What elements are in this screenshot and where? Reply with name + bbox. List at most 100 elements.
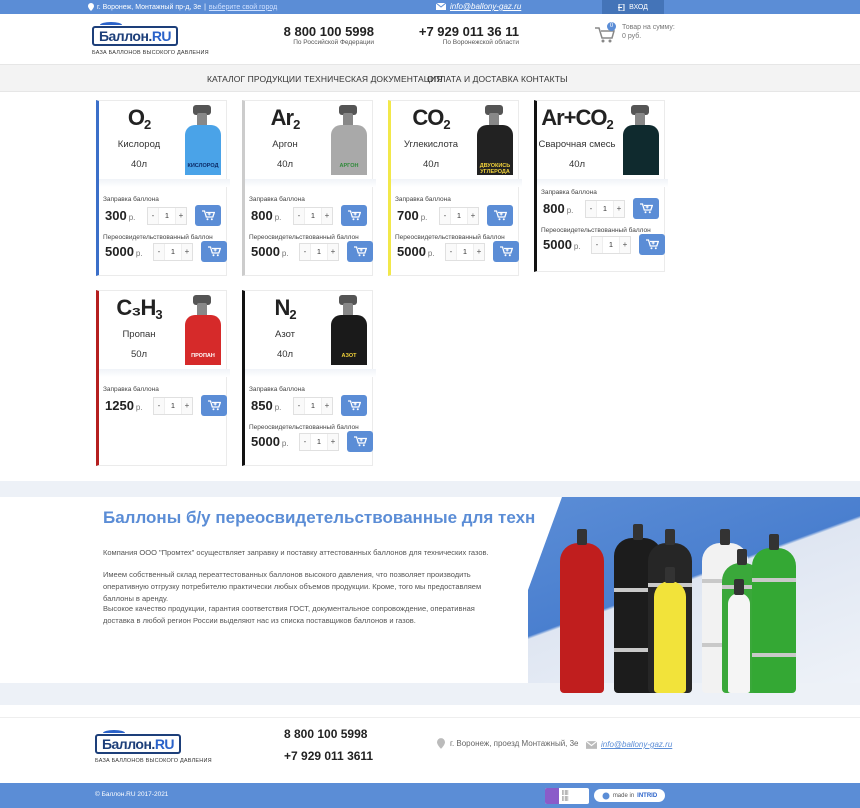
qty-plus-button[interactable]: + xyxy=(614,201,624,217)
add-to-cart-button[interactable] xyxy=(633,198,659,219)
add-to-cart-button[interactable] xyxy=(639,234,665,255)
visit-counter-widget[interactable]: ||||| ||||| xyxy=(545,788,589,804)
qty-plus-button[interactable]: + xyxy=(176,208,186,224)
gas-formula: N2 xyxy=(274,295,296,322)
refill-qty-stepper[interactable]: -1 + xyxy=(293,207,333,225)
site-logo[interactable]: Баллон.RU БАЗА БАЛЛОНОВ ВЫСОКОГО ДАВЛЕНИ… xyxy=(92,22,209,62)
made-in-intrid-link[interactable]: made in INTRID xyxy=(594,789,665,802)
recert-qty-stepper[interactable]: -1 + xyxy=(445,243,485,261)
choose-city-link[interactable]: выберите свой город xyxy=(209,4,277,11)
refill-qty-stepper[interactable]: -1 + xyxy=(153,397,193,415)
qty-minus-button[interactable]: - xyxy=(294,398,304,414)
cart-widget[interactable]: 0 Товар на сумму: 0 руб. xyxy=(594,22,675,52)
product-card: N2 Азот 40л АЗОТ Заправка баллона 850 р. -1 + Пер… xyxy=(242,290,376,466)
footer-phone-1[interactable]: 8 800 100 5998 xyxy=(284,727,367,741)
refill-label: Заправка баллона xyxy=(541,189,597,196)
qty-plus-button[interactable]: + xyxy=(328,434,338,450)
qty-plus-button[interactable]: + xyxy=(182,244,192,260)
qty-input[interactable]: 1 xyxy=(164,398,182,414)
refill-qty-stepper[interactable]: -1 + xyxy=(293,397,333,415)
gas-formula: Ar+CO2 xyxy=(541,105,614,132)
refill-label: Заправка баллона xyxy=(395,196,451,203)
qty-plus-button[interactable]: + xyxy=(328,244,338,260)
qty-minus-button[interactable]: - xyxy=(294,208,304,224)
copyright: © Баллон.RU 2017-2021 xyxy=(95,791,169,798)
cylinder-stand xyxy=(245,179,376,187)
qty-input[interactable]: 1 xyxy=(450,208,468,224)
cylinder-image: АЗОТ xyxy=(323,293,367,365)
add-to-cart-button[interactable] xyxy=(487,205,513,226)
promo-paragraph-3: Высокое качество продукции, гарантия соо… xyxy=(103,604,475,625)
footer-email-link[interactable]: info@ballony-gaz.ru xyxy=(586,740,672,749)
nav-tech-docs[interactable]: ТЕХНИЧЕСКАЯ ДОКУМЕНТАЦИЯ xyxy=(304,74,443,84)
footer-phone-2[interactable]: +7 929 011 3611 xyxy=(284,749,373,763)
qty-input[interactable]: 1 xyxy=(602,237,620,253)
qty-plus-button[interactable]: + xyxy=(182,398,192,414)
nav-contacts[interactable]: КОНТАКТЫ xyxy=(521,74,568,84)
logo-mark: Баллон.RU xyxy=(92,26,178,46)
qty-input[interactable]: 1 xyxy=(310,244,328,260)
cylinder-stand xyxy=(537,179,668,187)
add-to-cart-button[interactable] xyxy=(195,205,221,226)
qty-input[interactable]: 1 xyxy=(310,434,328,450)
refill-qty-stepper[interactable]: -1 + xyxy=(439,207,479,225)
phone-federal[interactable]: 8 800 100 5998 По Российской Федерации xyxy=(262,24,374,46)
recert-label: Переосвидетельствованный баллон xyxy=(103,234,213,241)
qty-plus-button[interactable]: + xyxy=(468,208,478,224)
nav-payment-delivery[interactable]: ОПЛАТА И ДОСТАВКА xyxy=(427,74,519,84)
qty-input[interactable]: 1 xyxy=(304,398,322,414)
promo-cylinders-image xyxy=(552,523,812,693)
qty-minus-button[interactable]: - xyxy=(148,208,158,224)
add-to-cart-button[interactable] xyxy=(347,241,373,262)
footer-logo[interactable]: Баллон.RU БАЗА БАЛЛОНОВ ВЫСОКОГО ДАВЛЕНИ… xyxy=(95,730,212,770)
qty-input[interactable]: 1 xyxy=(158,208,176,224)
login-button[interactable]: ВХОД xyxy=(602,0,664,14)
phone-regional[interactable]: +7 929 011 36 11 По Воронежской области xyxy=(404,24,519,46)
qty-input[interactable]: 1 xyxy=(164,244,182,260)
qty-plus-button[interactable]: + xyxy=(620,237,630,253)
refill-label: Заправка баллона xyxy=(103,386,159,393)
cylinder-image xyxy=(615,103,659,175)
qty-input[interactable]: 1 xyxy=(304,208,322,224)
recert-qty-stepper[interactable]: -1 + xyxy=(153,243,193,261)
header-email-link[interactable]: info@ballony-gaz.ru xyxy=(436,2,521,11)
refill-qty-stepper[interactable]: -1 + xyxy=(147,207,187,225)
header-address: г. Воронеж, Монтажный пр-д, 3е xyxy=(97,3,202,11)
product-card: O2 Кислород 40л КИСЛОРОД Заправка баллона 300… xyxy=(96,100,230,276)
qty-plus-button[interactable]: + xyxy=(322,398,332,414)
refill-qty-stepper[interactable]: -1 + xyxy=(585,200,625,218)
qty-input[interactable]: 1 xyxy=(596,201,614,217)
qty-minus-button[interactable]: - xyxy=(154,398,164,414)
qty-input[interactable]: 1 xyxy=(456,244,474,260)
add-to-cart-button[interactable] xyxy=(347,431,373,452)
recert-price: 5000 р. xyxy=(251,244,289,259)
nav-catalog[interactable]: КАТАЛОГ ПРОДУКЦИИ xyxy=(207,74,301,84)
refill-label: Заправка баллона xyxy=(249,386,305,393)
recert-qty-stepper[interactable]: -1 + xyxy=(299,433,339,451)
add-to-cart-button[interactable] xyxy=(201,395,227,416)
recert-qty-stepper[interactable]: -1 + xyxy=(299,243,339,261)
qty-minus-button[interactable]: - xyxy=(154,244,164,260)
qty-minus-button[interactable]: - xyxy=(586,201,596,217)
add-to-cart-icon xyxy=(207,400,221,411)
phone-regional-number: +7 929 011 36 11 xyxy=(418,24,519,39)
add-to-cart-button[interactable] xyxy=(493,241,519,262)
promo-stripe-top xyxy=(0,481,860,497)
qty-minus-button[interactable]: - xyxy=(300,244,310,260)
add-to-cart-button[interactable] xyxy=(201,241,227,262)
add-to-cart-icon xyxy=(645,239,659,250)
add-to-cart-button[interactable] xyxy=(341,205,367,226)
promo-paragraph-1: Компания ООО "Промтех" осуществляет запр… xyxy=(103,548,489,557)
add-to-cart-button[interactable] xyxy=(341,395,367,416)
mail-icon xyxy=(436,3,446,10)
qty-minus-button[interactable]: - xyxy=(446,244,456,260)
cylinder-volume: 40л xyxy=(422,159,440,170)
qty-plus-button[interactable]: + xyxy=(322,208,332,224)
city-selector[interactable]: г. Воронеж, Монтажный пр-д, 3е | выберит… xyxy=(88,3,277,11)
qty-plus-button[interactable]: + xyxy=(474,244,484,260)
qty-minus-button[interactable]: - xyxy=(300,434,310,450)
qty-minus-button[interactable]: - xyxy=(440,208,450,224)
add-to-cart-icon xyxy=(347,400,361,411)
recert-qty-stepper[interactable]: -1 + xyxy=(591,236,631,254)
qty-minus-button[interactable]: - xyxy=(592,237,602,253)
